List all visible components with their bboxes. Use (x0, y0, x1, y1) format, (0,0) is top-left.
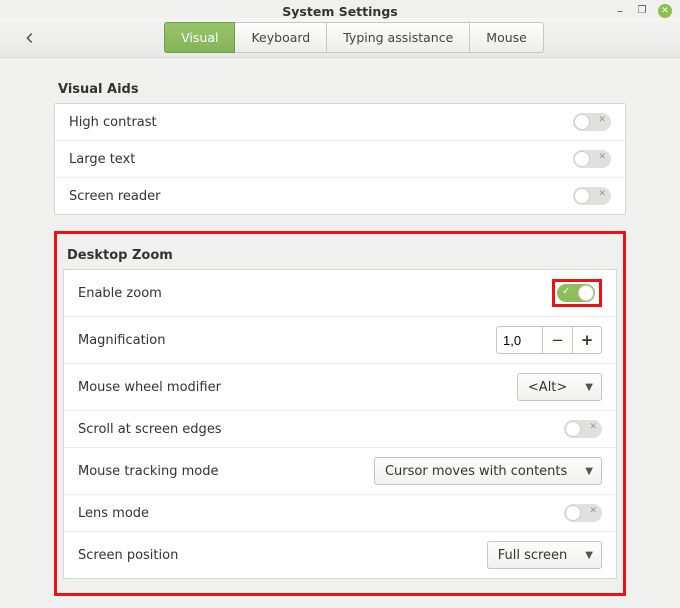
chevron-down-icon: ▼ (577, 550, 593, 561)
combo-mouse-wheel-modifier[interactable]: <Alt> ▼ (517, 373, 602, 401)
tabstrip: Visual Keyboard Typing assistance Mouse (164, 22, 544, 53)
label-scroll-at-edges: Scroll at screen edges (78, 422, 564, 437)
section-title-visual-aids: Visual Aids (58, 82, 622, 97)
label-mouse-tracking-mode: Mouse tracking mode (78, 464, 374, 479)
back-button[interactable] (16, 24, 44, 52)
label-enable-zoom: Enable zoom (78, 286, 552, 301)
tab-visual[interactable]: Visual (164, 22, 235, 53)
maximize-icon[interactable] (636, 5, 648, 17)
row-magnification: Magnification − + (64, 316, 616, 363)
label-large-text: Large text (69, 152, 573, 167)
chevron-down-icon: ▼ (577, 466, 593, 477)
stepper-magnification: − + (496, 326, 602, 354)
row-high-contrast: High contrast (55, 104, 625, 140)
toolbar: Visual Keyboard Typing assistance Mouse (0, 18, 680, 58)
tab-mouse[interactable]: Mouse (470, 22, 544, 53)
toggle-enable-zoom[interactable] (557, 284, 595, 302)
tab-typing-assistance[interactable]: Typing assistance (327, 22, 470, 53)
label-screen-reader: Screen reader (69, 189, 573, 204)
window-title: System Settings (282, 4, 397, 19)
row-screen-position: Screen position Full screen ▼ (64, 531, 616, 578)
toggle-lens-mode[interactable] (564, 504, 602, 522)
highlight-desktop-zoom: Desktop Zoom Enable zoom Magnification −… (54, 231, 626, 596)
toggle-high-contrast[interactable] (573, 113, 611, 131)
chevron-down-icon: ▼ (577, 382, 593, 393)
toggle-large-text[interactable] (573, 150, 611, 168)
combo-screen-position[interactable]: Full screen ▼ (487, 541, 602, 569)
row-mouse-tracking-mode: Mouse tracking mode Cursor moves with co… (64, 447, 616, 494)
highlight-enable-zoom-toggle (552, 279, 602, 307)
label-screen-position: Screen position (78, 548, 487, 563)
content-area: Visual Aids High contrast Large text Scr… (0, 58, 680, 608)
panel-desktop-zoom: Enable zoom Magnification − + Mouse whee… (63, 269, 617, 579)
row-large-text: Large text (55, 140, 625, 177)
panel-visual-aids: High contrast Large text Screen reader (54, 103, 626, 215)
label-lens-mode: Lens mode (78, 506, 564, 521)
button-magnification-increase[interactable]: + (572, 326, 602, 354)
row-scroll-at-edges: Scroll at screen edges (64, 410, 616, 447)
combo-value-mouse-wheel-modifier: <Alt> (528, 380, 567, 395)
row-enable-zoom: Enable zoom (64, 270, 616, 316)
minimize-icon[interactable] (614, 5, 626, 17)
window-controls (614, 4, 672, 18)
section-title-desktop-zoom: Desktop Zoom (67, 248, 613, 263)
row-mouse-wheel-modifier: Mouse wheel modifier <Alt> ▼ (64, 363, 616, 410)
row-lens-mode: Lens mode (64, 494, 616, 531)
label-mouse-wheel-modifier: Mouse wheel modifier (78, 380, 517, 395)
arrow-left-icon (22, 30, 38, 46)
combo-value-mouse-tracking-mode: Cursor moves with contents (385, 464, 567, 479)
combo-value-screen-position: Full screen (498, 548, 568, 563)
combo-mouse-tracking-mode[interactable]: Cursor moves with contents ▼ (374, 457, 602, 485)
tab-keyboard[interactable]: Keyboard (235, 22, 327, 53)
input-magnification[interactable] (496, 326, 542, 354)
toggle-scroll-at-edges[interactable] (564, 420, 602, 438)
button-magnification-decrease[interactable]: − (542, 326, 572, 354)
row-screen-reader: Screen reader (55, 177, 625, 214)
label-high-contrast: High contrast (69, 115, 573, 130)
close-icon[interactable] (658, 4, 672, 18)
label-magnification: Magnification (78, 333, 496, 348)
titlebar: System Settings (0, 0, 680, 18)
toggle-screen-reader[interactable] (573, 187, 611, 205)
